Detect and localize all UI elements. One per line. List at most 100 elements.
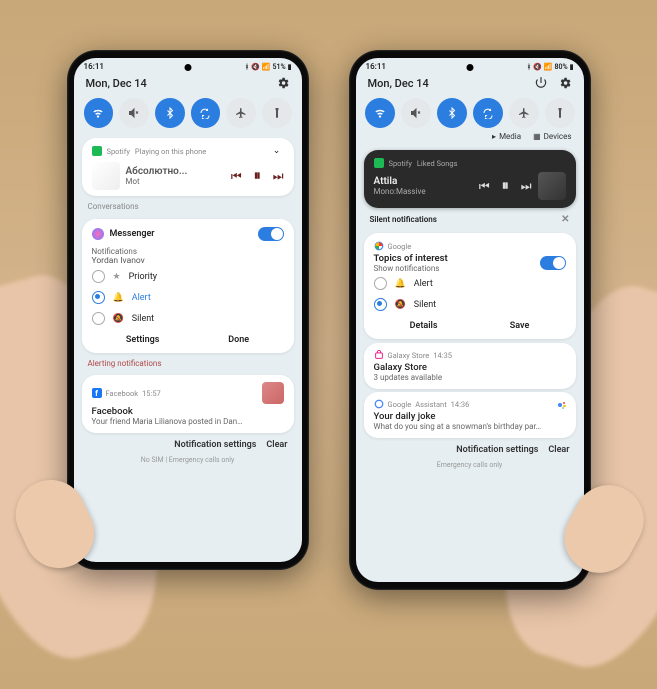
devices-icon: ▦ (533, 132, 541, 141)
radio-silent[interactable] (374, 298, 387, 311)
facebook-icon: f (92, 388, 102, 398)
silent-row[interactable]: 🔕 Silent (92, 308, 284, 329)
track-title: Attila (374, 176, 473, 187)
battery-icon: ▮ (288, 63, 292, 71)
settings-icon[interactable] (558, 76, 572, 90)
chevron-down-icon[interactable]: ⌄ (270, 144, 284, 158)
messenger-card[interactable]: Messenger Notifications Yordan Ivanov ★ … (82, 219, 294, 353)
priority-row[interactable]: ★ Priority (92, 266, 284, 287)
fb-body: Your friend Maria Lilianova posted in Da… (92, 417, 284, 426)
spotify-tag: Spotify (107, 147, 130, 156)
camera-hole (466, 64, 473, 71)
radio-silent[interactable] (92, 312, 105, 325)
wifi-toggle[interactable] (84, 98, 114, 128)
pause-icon[interactable]: ⏸ (502, 178, 509, 194)
scene: 16:11 ᚼ 🔇 📶 51% ▮ Mon, Dec 14 (0, 0, 657, 590)
fb-tag: Facebook (106, 389, 139, 398)
chips-row: ▸ Media ▦ Devices (356, 132, 584, 146)
close-icon[interactable]: ✕ (561, 214, 569, 225)
bell-off-icon: 🔕 (113, 314, 124, 324)
settings-button[interactable]: Settings (126, 335, 160, 345)
track-artist: Mono:Massive (374, 187, 473, 196)
play-icon: ▸ (492, 132, 496, 141)
media-card[interactable]: Spotify Playing on this phone ⌄ Абсолютн… (82, 138, 294, 196)
spotify-icon (374, 158, 384, 168)
footer-bar: Notification settings Clear (74, 436, 302, 454)
radio-alert[interactable] (374, 277, 387, 290)
mute-icon: 🔇 (533, 63, 542, 71)
messenger-toggle[interactable] (258, 227, 284, 241)
sound-toggle[interactable] (401, 98, 431, 128)
spotify-status: Playing on this phone (135, 147, 206, 156)
silent-row[interactable]: 🔕 Silent (374, 294, 566, 315)
sim-line: Emergency calls only (356, 459, 584, 471)
status-icons: ᚼ 🔇 📶 80% ▮ (527, 63, 574, 71)
silent-label: Silent (132, 314, 154, 324)
wifi-toggle[interactable] (365, 98, 395, 128)
quick-settings (74, 96, 302, 134)
prev-icon[interactable]: ⏮ (231, 169, 242, 184)
settings-icon[interactable] (276, 76, 290, 90)
silent-header: Silent notifications ✕ (356, 212, 584, 229)
screen-left: 16:11 ᚼ 🔇 📶 51% ▮ Mon, Dec 14 (74, 58, 302, 562)
spotify-icon (92, 146, 102, 156)
gs-time: 14:35 (433, 351, 452, 360)
assistant-icon (556, 399, 566, 409)
next-icon[interactable]: ⏭ (521, 179, 532, 194)
flashlight-toggle[interactable] (262, 98, 292, 128)
facebook-notif[interactable]: f Facebook 15:57 Facebook Your friend Ma… (82, 375, 294, 433)
next-icon[interactable]: ⏭ (273, 169, 284, 184)
airplane-toggle[interactable] (509, 98, 539, 128)
alert-row[interactable]: 🔔 Alert (92, 287, 284, 308)
messenger-label: Messenger (110, 229, 155, 239)
footer-clear[interactable]: Clear (548, 445, 569, 455)
google-card[interactable]: Google Topics of interest Show notificat… (364, 233, 576, 339)
bluetooth-toggle[interactable] (437, 98, 467, 128)
alerting-label: Alerting notifications (74, 357, 302, 372)
gs-title: Galaxy Store (374, 362, 566, 373)
flashlight-toggle[interactable] (545, 98, 575, 128)
footer-settings[interactable]: Notification settings (456, 445, 538, 455)
power-icon[interactable] (534, 76, 548, 90)
signal-icon: 📶 (262, 63, 271, 71)
radio-priority[interactable] (92, 270, 105, 283)
ga-title: Your daily joke (374, 411, 566, 422)
album-art (538, 172, 566, 200)
media-card[interactable]: Spotify Liked Songs Attila Mono:Massive … (364, 150, 576, 208)
bluetooth-toggle[interactable] (155, 98, 185, 128)
galaxy-store-notif[interactable]: Galaxy Store 14:35 Galaxy Store 3 update… (364, 343, 576, 389)
status-icons: ᚼ 🔇 📶 51% ▮ (245, 63, 292, 71)
radio-alert[interactable] (92, 291, 105, 304)
google-icon (374, 241, 384, 251)
fb-time: 15:57 (142, 389, 161, 398)
pause-icon[interactable]: ⏸ (254, 168, 261, 184)
ga-subtag: Assistant (415, 400, 446, 409)
topic-sub: Show notifications (374, 264, 448, 273)
airplane-toggle[interactable] (226, 98, 256, 128)
contact-name: Yordan Ivanov (92, 256, 284, 266)
save-button[interactable]: Save (510, 321, 530, 331)
battery-text: 51% (272, 63, 285, 71)
topic-toggle[interactable] (540, 256, 566, 270)
ga-time: 14:36 (451, 400, 470, 409)
footer-clear[interactable]: Clear (266, 440, 287, 450)
media-chip[interactable]: ▸ Media (492, 132, 521, 141)
gs-tag: Galaxy Store (388, 351, 430, 360)
assistant-notif[interactable]: Google Assistant 14:36 Your daily joke W… (364, 392, 576, 438)
rotate-toggle[interactable] (191, 98, 221, 128)
done-button[interactable]: Done (228, 335, 249, 345)
footer-settings[interactable]: Notification settings (174, 440, 256, 450)
prev-icon[interactable]: ⏮ (479, 179, 490, 194)
quick-settings (356, 96, 584, 132)
ga-body: What do you sing at a snowman's birthday… (374, 422, 566, 431)
screen-right: 16:11 ᚼ 🔇 📶 80% ▮ Mon, Dec 14 (356, 58, 584, 582)
sound-toggle[interactable] (119, 98, 149, 128)
priority-label: Priority (129, 272, 158, 282)
alert-row[interactable]: 🔔 Alert (374, 273, 566, 294)
phone-right: 16:11 ᚼ 🔇 📶 80% ▮ Mon, Dec 14 (349, 50, 591, 590)
phone-left: 16:11 ᚼ 🔇 📶 51% ▮ Mon, Dec 14 (67, 50, 309, 570)
ga-tag: Google (388, 400, 412, 409)
details-button[interactable]: Details (410, 321, 438, 331)
rotate-toggle[interactable] (473, 98, 503, 128)
devices-chip[interactable]: ▦ Devices (533, 132, 571, 141)
